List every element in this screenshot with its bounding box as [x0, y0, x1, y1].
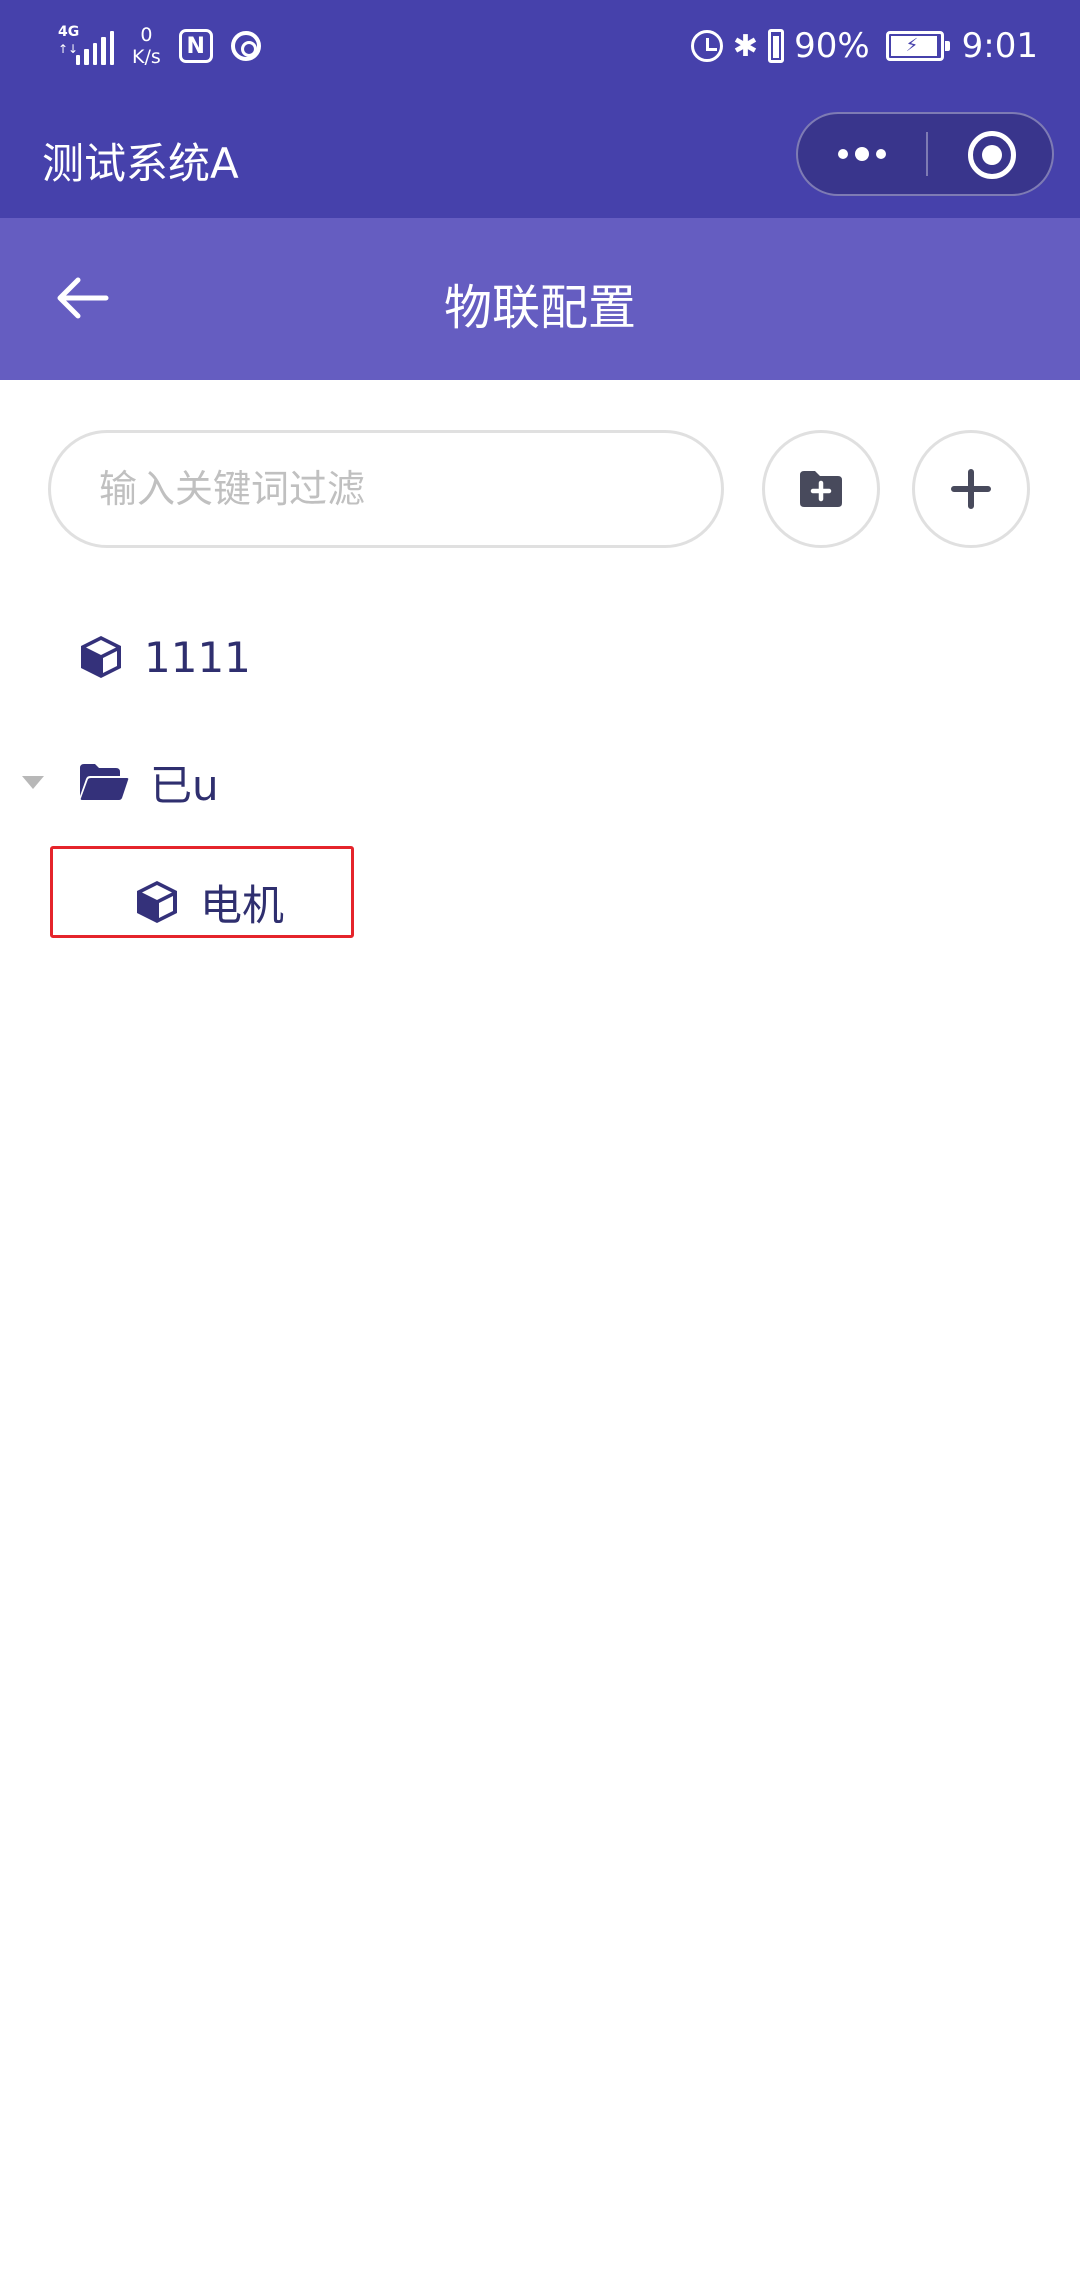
bluetooth-icon: ✱	[732, 28, 759, 64]
nfc-icon: N	[178, 29, 213, 63]
app-bar: 测试系统A	[0, 112, 1080, 202]
add-folder-button[interactable]	[762, 430, 880, 548]
network-type-label: 4G	[58, 24, 80, 40]
tree-item[interactable]: 1111	[78, 625, 251, 689]
net-speed: 0 K/s	[132, 24, 161, 68]
close-miniprogram-icon[interactable]	[968, 131, 1016, 179]
miniprogram-capsule	[796, 112, 1054, 196]
folder-open-icon	[78, 762, 130, 802]
vibrate-battery-icon	[768, 29, 785, 63]
top-bar: 4G ↑↓ 0 K/s N ✱ 90% ⚡ 9:01 测试系统A	[0, 0, 1080, 218]
more-icon[interactable]	[832, 114, 892, 194]
cube-icon	[134, 879, 180, 925]
caret-down-icon[interactable]	[22, 775, 44, 789]
page-title: 物联配置	[443, 280, 636, 336]
plus-icon	[951, 469, 991, 509]
signal-icon: 4G ↑↓	[58, 24, 115, 65]
data-arrows-icon: ↑↓	[58, 42, 79, 56]
status-right: ✱ 90% ⚡ 9:01	[690, 18, 1038, 74]
tree-folder[interactable]: 已u	[22, 750, 219, 814]
status-bar: 4G ↑↓ 0 K/s N ✱ 90% ⚡ 9:01	[0, 0, 1080, 92]
alarm-icon	[690, 30, 723, 62]
battery-icon: ⚡	[885, 31, 950, 61]
sync-icon	[230, 31, 261, 61]
tree-child-item[interactable]: 电机	[134, 870, 284, 934]
tree-item-label: 1111	[144, 632, 251, 682]
cube-icon	[78, 634, 124, 680]
tree-child-item-label: 电机	[200, 880, 285, 930]
status-left: 4G ↑↓ 0 K/s N	[58, 18, 261, 74]
search-input[interactable]	[48, 430, 724, 548]
net-speed-unit: K/s	[132, 46, 161, 68]
tree-folder-label: 已u	[150, 760, 219, 810]
page-header: 物联配置	[0, 218, 1080, 380]
net-speed-value: 0	[140, 24, 153, 46]
capsule-divider	[926, 132, 928, 176]
clock: 9:01	[961, 26, 1038, 66]
folder-plus-icon	[800, 471, 842, 507]
add-button[interactable]	[912, 430, 1030, 548]
battery-percent: 90%	[794, 26, 870, 66]
app-title: 测试系统A	[42, 139, 239, 188]
